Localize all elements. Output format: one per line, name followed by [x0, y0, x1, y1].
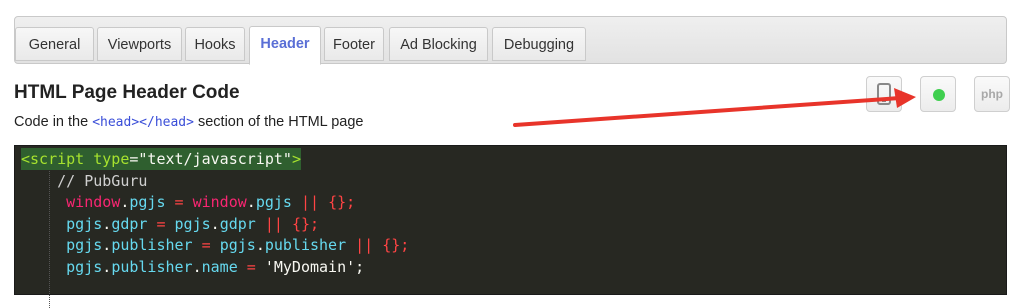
green-dot-icon — [933, 89, 945, 101]
mobile-phone-icon — [877, 83, 891, 105]
code-token: window — [192, 193, 247, 211]
tab-viewports[interactable]: Viewports — [97, 27, 182, 61]
php-mode-button[interactable]: php — [974, 76, 1010, 112]
code-token: . — [192, 257, 202, 276]
tab-debugging[interactable]: Debugging — [492, 27, 586, 61]
tab-hooks[interactable]: Hooks — [185, 27, 245, 61]
code-line: pgjs.publisher.name = 'MyDomain'; — [21, 256, 364, 278]
code-token: ; — [355, 257, 365, 276]
php-label: php — [981, 87, 1003, 101]
code-token: = — [246, 257, 256, 276]
code-editor[interactable]: <script type="text/javascript"> // PubGu… — [14, 145, 1007, 308]
code-token: pgjs — [21, 236, 103, 254]
code-token: . — [102, 236, 112, 254]
code-token: . — [102, 214, 112, 233]
mobile-preview-button[interactable] — [866, 76, 902, 112]
code-token: = — [156, 214, 166, 233]
code-token: pgjs — [21, 214, 103, 233]
code-token: pgjs — [174, 214, 211, 233]
code-token: name — [201, 257, 238, 276]
subtitle-text-before: Code in the — [14, 114, 93, 130]
code-token: = — [174, 193, 184, 211]
code-token: pgjs — [255, 193, 292, 211]
code-token: || — [355, 236, 374, 254]
code-token: {}; — [328, 193, 356, 211]
code-token: pgjs — [129, 193, 166, 211]
code-token: . — [255, 236, 265, 254]
code-token: <script — [21, 150, 94, 168]
subtitle-head-code: <head></head> — [92, 115, 194, 130]
code-token: pgjs — [21, 257, 103, 276]
code-line: pgjs.gdpr = pgjs.gdpr || {}; — [21, 213, 319, 235]
code-token: || — [264, 214, 283, 233]
code-token: {}; — [382, 236, 410, 254]
tab-footer[interactable]: Footer — [324, 27, 384, 61]
code-line: window.pgjs = window.pgjs || {}; — [21, 191, 355, 213]
status-toggle-button[interactable] — [920, 76, 956, 112]
subtitle-text-after: section of the HTML page — [193, 114, 364, 130]
code-token: > — [291, 150, 301, 168]
code-token: 'MyDomain' — [264, 257, 356, 276]
page-title: HTML Page Header Code — [14, 82, 240, 103]
code-token: type — [93, 150, 130, 168]
code-token: // PubGuru — [21, 171, 148, 190]
tab-header[interactable]: Header — [249, 26, 321, 65]
code-token: = — [201, 236, 211, 254]
code-line: // PubGuru — [21, 170, 147, 192]
code-token: window — [21, 193, 121, 211]
code-token: gdpr — [111, 214, 148, 233]
page-subtitle: Code in the <head></head> section of the… — [14, 114, 363, 130]
tab-ad-blocking[interactable]: Ad Blocking — [389, 27, 488, 61]
code-token: publisher — [111, 236, 193, 254]
code-token: {}; — [291, 214, 320, 233]
tab-general[interactable]: General — [15, 27, 94, 61]
code-token: "text/javascript" — [138, 150, 292, 168]
code-token: publisher — [111, 257, 193, 276]
code-token: . — [102, 257, 112, 276]
code-token: . — [246, 193, 256, 211]
code-token: || — [300, 193, 320, 211]
code-token: pgjs — [219, 236, 256, 254]
code-line: <script type="text/javascript"> — [21, 148, 301, 170]
code-token: . — [210, 214, 220, 233]
code-line: pgjs.publisher = pgjs.publisher || {}; — [21, 234, 409, 256]
code-token: publisher — [264, 236, 347, 254]
code-token: gdpr — [219, 214, 256, 233]
tab-bar: General Viewports Hooks Header Footer Ad… — [14, 16, 1007, 65]
